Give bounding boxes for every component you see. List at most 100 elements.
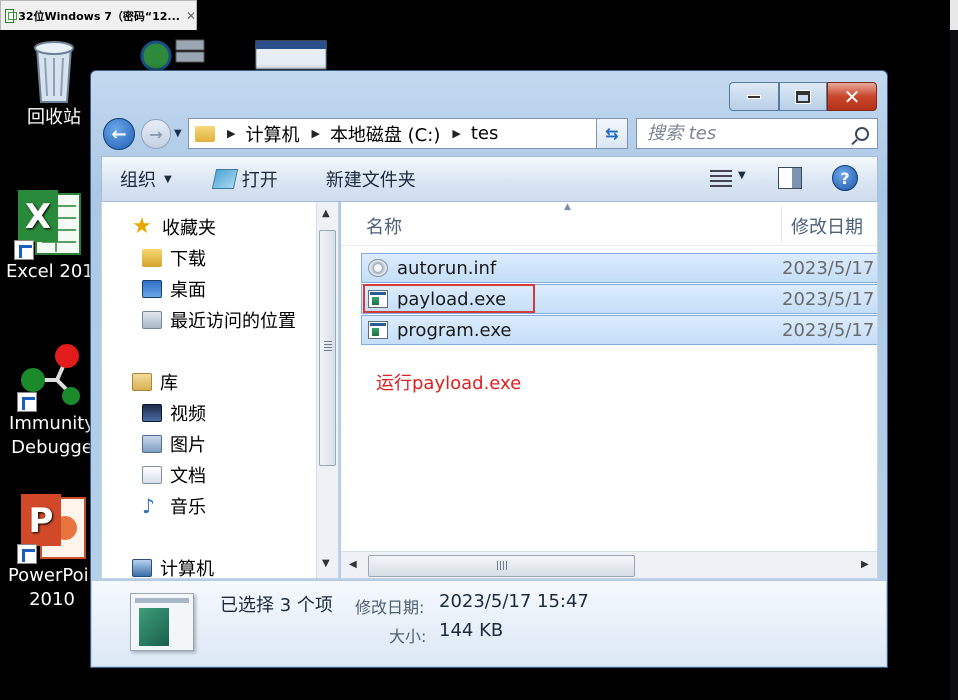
svg-text:X: X <box>25 197 51 237</box>
file-row-autorun[interactable]: autorun.inf 2023/5/17 <box>361 253 877 283</box>
minimize-button[interactable] <box>729 82 779 111</box>
nav-label-recent: 最近访问的位置 <box>170 311 296 332</box>
organize-button[interactable]: 组织 ▼ <box>102 157 190 201</box>
scroll-left-icon[interactable]: ◀ <box>349 559 357 570</box>
search-icon[interactable] <box>855 126 869 141</box>
desktop-icon-window-app[interactable] <box>255 40 327 70</box>
desktop-icon-recycle-bin[interactable]: 回收站 <box>14 36 94 130</box>
nav-label-libraries: 库 <box>160 373 178 394</box>
nav-label-favorites: 收藏夹 <box>162 218 216 239</box>
chevron-right-icon[interactable]: ▶ <box>311 127 319 140</box>
libraries-icon <box>132 373 152 391</box>
nav-item-libraries[interactable]: 库 <box>132 369 178 395</box>
breadcrumb-computer[interactable]: 计算机 <box>245 121 299 147</box>
file-list-horizontal-scrollbar[interactable]: ◀ ▶ <box>341 551 877 578</box>
grip-icon <box>497 561 509 570</box>
nav-label-downloads: 下载 <box>170 249 206 270</box>
desktop-right-edge <box>950 30 958 700</box>
explorer-window: ✕ ← → ▼ ▶ 计算机 ▶ 本地磁盘 (C:) ▶ tes ▼ ⇆ 组织 ▼… <box>90 70 888 668</box>
sort-indicator-icon: ▲ <box>564 202 571 212</box>
horizontal-scroll-thumb[interactable] <box>368 555 635 577</box>
vm-tab-close-icon[interactable]: ✕ <box>186 9 196 23</box>
forward-button[interactable]: → <box>141 119 171 149</box>
nav-item-downloads[interactable]: 下载 <box>142 245 206 271</box>
column-header-date-modified[interactable]: 修改日期 <box>791 213 863 239</box>
recycle-bin-label: 回收站 <box>27 107 81 128</box>
shortcut-arrow-icon <box>17 544 37 564</box>
maximize-icon <box>795 89 811 104</box>
new-folder-label: 新建文件夹 <box>325 170 416 191</box>
column-header-name[interactable]: 名称 <box>366 213 402 239</box>
refresh-button[interactable]: ⇆ <box>596 118 628 149</box>
immunity-label-line1: Immunity <box>9 413 95 434</box>
shortcut-arrow-icon <box>14 240 34 260</box>
nav-label-videos: 视频 <box>170 404 206 425</box>
search-box[interactable] <box>636 118 878 149</box>
window-app-icon <box>255 40 327 70</box>
nav-label-desktop: 桌面 <box>170 280 206 301</box>
network-icon <box>138 38 208 72</box>
nav-label-computer: 计算机 <box>160 559 214 579</box>
open-label: 打开 <box>241 170 278 191</box>
nav-item-favorites[interactable]: ★ 收藏夹 <box>132 214 216 240</box>
search-input[interactable] <box>647 123 837 144</box>
maximize-button[interactable] <box>779 82 827 111</box>
chevron-down-icon[interactable]: ▼ <box>738 170 746 181</box>
forward-arrow-icon: → <box>149 124 163 144</box>
help-icon[interactable]: ? <box>832 165 858 191</box>
exe-icon <box>368 321 388 339</box>
nav-item-desktop[interactable]: 桌面 <box>142 276 206 302</box>
new-folder-button[interactable]: 新建文件夹 <box>296 157 434 201</box>
size-label: 大小: <box>389 627 427 646</box>
address-bar[interactable]: ▶ 计算机 ▶ 本地磁盘 (C:) ▶ tes ▼ <box>188 118 626 149</box>
file-date: 2023/5/17 <box>782 257 875 279</box>
documents-icon <box>142 466 162 484</box>
scroll-right-icon[interactable]: ▶ <box>861 559 869 570</box>
excel-label: Excel 201 <box>6 261 94 282</box>
breadcrumb-local-disk[interactable]: 本地磁盘 (C:) <box>330 121 440 147</box>
desktop-icon-powerpoint[interactable]: P PowerPoir 2010 <box>4 492 100 612</box>
vm-tab[interactable]: 32位Windows 7（密码“12... ✕ <box>0 0 197 30</box>
excel-icon: X <box>14 188 82 260</box>
chevron-right-icon[interactable]: ▶ <box>227 127 235 140</box>
nav-item-pictures[interactable]: 图片 <box>142 431 206 457</box>
open-icon <box>211 169 238 189</box>
vm-tab-title: 32位Windows 7（密码“12... <box>18 9 180 23</box>
powerpoint-label-line1: PowerPoir <box>7 565 97 586</box>
desktop-icon-immunity-debugger[interactable]: Immunity Debugge <box>4 340 100 460</box>
chevron-right-icon[interactable]: ▶ <box>452 127 460 140</box>
column-header-row: ▲ 名称 修改日期 <box>341 202 877 246</box>
nav-pane-scrollbar[interactable]: ▲ ▼ <box>316 202 338 578</box>
back-button[interactable]: ← <box>103 118 135 150</box>
selection-thumbnail <box>130 593 194 651</box>
nav-item-recent[interactable]: 最近访问的位置 <box>142 307 296 333</box>
column-divider[interactable] <box>781 206 782 242</box>
svg-text:P: P <box>29 501 54 541</box>
recent-pages-dropdown[interactable]: ▼ <box>174 128 182 139</box>
nav-scroll-thumb[interactable] <box>319 230 336 466</box>
open-button[interactable]: 打开 <box>190 157 296 201</box>
scroll-down-icon[interactable]: ▼ <box>322 558 330 569</box>
file-date: 2023/5/17 <box>782 319 875 341</box>
file-row-program[interactable]: program.exe 2023/5/17 <box>361 315 877 345</box>
shortcut-arrow-icon <box>17 392 37 412</box>
pictures-icon <box>142 435 162 453</box>
nav-item-documents[interactable]: 文档 <box>142 462 206 488</box>
scroll-up-icon[interactable]: ▲ <box>322 208 330 219</box>
preview-pane-icon[interactable] <box>778 167 802 189</box>
close-button[interactable]: ✕ <box>827 82 877 111</box>
nav-item-music[interactable]: ♪ 音乐 <box>142 493 206 519</box>
nav-item-videos[interactable]: 视频 <box>142 400 206 426</box>
navigation-pane: ★ 收藏夹 下载 桌面 最近访问的位置 库 视频 图片 文档 ♪ 音乐 计算机 … <box>101 202 339 579</box>
computer-icon <box>132 559 152 577</box>
back-arrow-icon: ← <box>111 123 127 145</box>
annotation-highlight-box <box>363 284 535 313</box>
desktop-icon-excel[interactable]: X Excel 201 <box>6 188 94 284</box>
view-options-icon[interactable] <box>710 170 732 188</box>
vm-tab-bar: 32位Windows 7（密码“12... ✕ <box>0 0 958 30</box>
chevron-down-icon: ▼ <box>164 173 172 185</box>
breadcrumb-tes[interactable]: tes <box>471 123 499 144</box>
desktop-icon-network[interactable] <box>138 38 208 72</box>
nav-item-computer[interactable]: 计算机 <box>132 555 214 579</box>
command-bar: 组织 ▼ 打开 新建文件夹 ▼ ? <box>101 156 878 202</box>
